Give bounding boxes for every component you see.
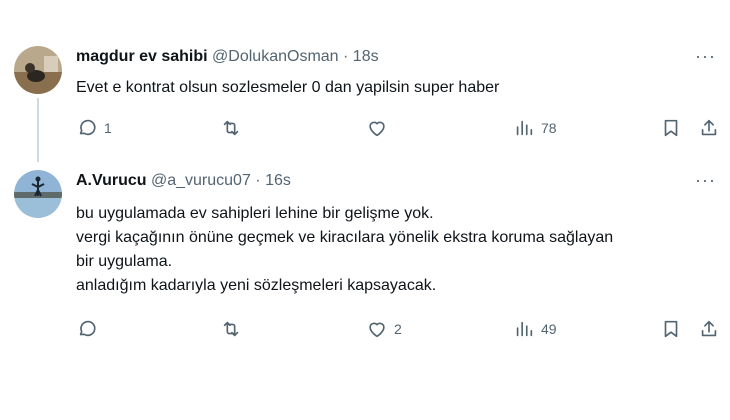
reply-icon — [79, 119, 96, 136]
bookmark-icon — [664, 119, 678, 137]
more-options-icon[interactable]: ··· — [695, 170, 716, 191]
views-icon — [516, 321, 533, 337]
tweet-header: A.Vurucu @a_vurucu07 · 16s — [76, 172, 291, 190]
like-count: 2 — [394, 321, 402, 337]
retweet-icon — [223, 321, 239, 337]
avatar[interactable] — [14, 46, 62, 94]
views-button[interactable]: 78 — [513, 117, 557, 139]
reply-button[interactable] — [76, 318, 104, 340]
action-bar: 2 49 — [76, 318, 726, 342]
reply-icon — [79, 320, 96, 337]
tweet-2[interactable]: A.Vurucu @a_vurucu07 · 16s ··· bu uygula… — [0, 160, 730, 420]
more-options-icon[interactable]: ··· — [695, 46, 716, 67]
tweet-text-line: bir uygulama. — [76, 253, 173, 270]
tweet-1[interactable]: magdur ev sahibi @DolukanOsman · 18s ···… — [0, 0, 730, 162]
avatar[interactable] — [14, 170, 62, 218]
reply-count: 1 — [104, 120, 112, 136]
avatar-image — [14, 170, 62, 218]
retweet-icon — [223, 120, 239, 136]
separator-dot: · — [255, 172, 261, 189]
tweet-header: magdur ev sahibi @DolukanOsman · 18s — [76, 48, 379, 66]
tweet-text-line: anladığım kadarıyla yeni sözleşmeleri ka… — [76, 277, 437, 294]
views-button[interactable]: 49 — [513, 318, 557, 340]
views-count: 78 — [541, 120, 557, 136]
display-name[interactable]: A.Vurucu — [76, 172, 147, 189]
tweet-text-line: Evet e kontrat olsun sozlesmeler 0 dan y… — [76, 79, 500, 96]
thread-line — [37, 98, 39, 162]
avatar-image — [14, 46, 62, 94]
bookmark-button[interactable] — [660, 117, 682, 139]
share-icon — [701, 119, 717, 136]
reply-button[interactable]: 1 — [76, 117, 112, 139]
like-button[interactable]: 2 — [366, 318, 402, 340]
bookmark-icon — [664, 320, 678, 338]
views-count: 49 — [541, 321, 557, 337]
share-icon — [701, 320, 717, 337]
retweet-button[interactable] — [220, 117, 248, 139]
tweet-text: Evet e kontrat olsun sozlesmeler 0 dan y… — [76, 76, 716, 100]
like-button[interactable] — [366, 117, 394, 139]
user-handle[interactable]: @DolukanOsman — [212, 48, 339, 65]
bookmark-button[interactable] — [660, 318, 682, 340]
timestamp[interactable]: 16s — [265, 172, 291, 189]
user-handle[interactable]: @a_vurucu07 — [151, 172, 251, 189]
retweet-button[interactable] — [220, 318, 248, 340]
share-button[interactable] — [698, 318, 720, 340]
action-bar: 1 78 — [76, 117, 726, 141]
heart-icon — [369, 121, 385, 137]
timestamp[interactable]: 18s — [353, 48, 379, 65]
tweet-text: bu uygulamada ev sahipleri lehine bir ge… — [76, 202, 716, 298]
tweet-text-line: vergi kaçağının önüne geçmek ve kiracıla… — [76, 229, 614, 246]
views-icon — [516, 120, 533, 136]
share-button[interactable] — [698, 117, 720, 139]
tweet-text-line: bu uygulamada ev sahipleri lehine bir ge… — [76, 205, 434, 222]
display-name[interactable]: magdur ev sahibi — [76, 48, 208, 65]
separator-dot: · — [343, 48, 349, 65]
heart-icon — [369, 322, 385, 338]
